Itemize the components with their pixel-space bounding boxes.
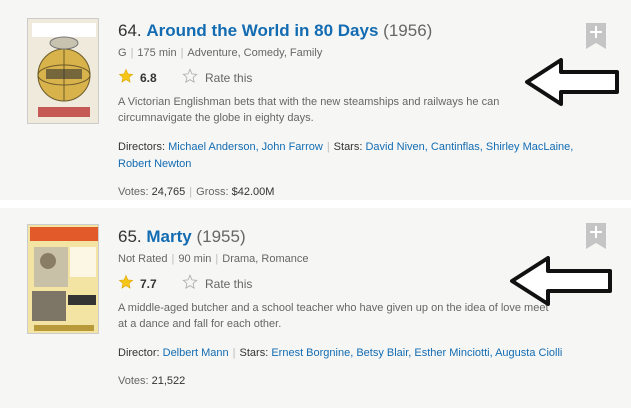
item-meta: G | 175 min | Adventure, Comedy, Family [118, 47, 323, 59]
certificate: G [118, 47, 127, 59]
item-description: A middle-aged butcher and a school teach… [118, 302, 549, 330]
item-header: 65. Marty (1955) [118, 226, 583, 248]
add-to-watchlist-button[interactable] [586, 23, 606, 49]
stars-label: Stars: [333, 141, 363, 153]
plus-icon [586, 43, 606, 49]
title-link[interactable]: Around the World in 80 Days [146, 21, 378, 40]
directors-label: Directors: [118, 141, 166, 153]
imdb-rating: 6.8 [140, 71, 157, 85]
star-icon [118, 68, 134, 83]
stars-label: Stars: [239, 347, 269, 359]
directors-label: Director: [118, 347, 160, 359]
votes-label: Votes: [118, 375, 149, 387]
item-year: (1955) [196, 227, 246, 246]
star-outline-icon[interactable] [182, 68, 198, 84]
item-index: 65. [118, 227, 142, 246]
votes-line: Votes: 21,522 [118, 375, 583, 387]
item-content: 65. Marty (1955) Not Rated | 90 min | Drama,… [118, 226, 583, 387]
genres: Drama, Romance [222, 253, 309, 265]
gross-value: $42.00M [231, 186, 275, 198]
item-credits: Director: Delbert Mann | Stars: Ernest Bor… [118, 347, 563, 359]
runtime: 175 min [137, 47, 177, 59]
certificate: Not Rated [118, 253, 168, 265]
title-link[interactable]: Marty [146, 227, 191, 246]
votes-label: Votes: [118, 186, 149, 198]
poster-image[interactable] [27, 224, 99, 334]
list-item: 65. Marty (1955) Not Rated | 90 min | Drama,… [0, 208, 631, 408]
gross-label: Gross: [196, 186, 229, 198]
arrow-left-icon [510, 256, 612, 306]
star-outline-icon[interactable] [182, 274, 198, 290]
directors-links[interactable]: Delbert Mann [163, 347, 229, 359]
arrow-left-icon [525, 58, 619, 106]
item-index: 64. [118, 21, 142, 40]
directors-links[interactable]: Michael Anderson, John Farrow [168, 141, 323, 153]
rate-this-button[interactable]: Rate this [205, 71, 252, 85]
votes-count: 24,765 [151, 186, 186, 198]
runtime: 90 min [178, 253, 212, 265]
add-to-watchlist-button[interactable] [586, 223, 606, 249]
poster-image[interactable] [27, 18, 99, 124]
votes-count: 21,522 [151, 375, 186, 387]
item-credits: Directors: Michael Anderson, John Farrow… [118, 141, 574, 170]
imdb-rating: 7.7 [140, 277, 157, 291]
ratings-bar: 6.8 Rate this [118, 68, 583, 88]
item-description: A Victorian Englishman bets that with th… [118, 96, 500, 124]
plus-icon [586, 243, 606, 249]
item-header: 64. Around the World in 80 Days (1956) [118, 20, 583, 42]
star-icon [118, 274, 134, 289]
rate-this-button[interactable]: Rate this [205, 277, 252, 291]
votes-line: Votes: 24,765 | Gross: $42.00M [118, 186, 275, 198]
stars-links[interactable]: Ernest Borgnine, Betsy Blair, Esther Min… [271, 347, 562, 359]
genres: Adventure, Comedy, Family [187, 47, 323, 59]
item-content: 64. Around the World in 80 Days (1956) G… [118, 20, 583, 198]
item-year: (1956) [383, 21, 433, 40]
